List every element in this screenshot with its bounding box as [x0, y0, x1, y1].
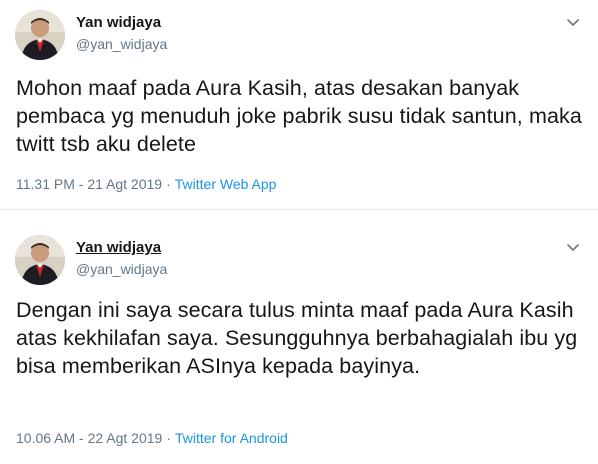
author-name[interactable]: Yan widjaya — [76, 239, 161, 256]
tweet-divider — [0, 209, 598, 210]
avatar-image — [15, 10, 65, 60]
chevron-down-icon[interactable] — [565, 14, 581, 30]
author-handle[interactable]: @yan_widjaya — [76, 36, 167, 52]
meta-separator: · — [166, 430, 172, 446]
chevron-down-icon[interactable] — [565, 239, 581, 255]
author-name[interactable]: Yan widjaya — [76, 14, 161, 31]
tweet-source-link[interactable]: Twitter Web App — [175, 176, 277, 192]
tweet-timestamp[interactable]: 10.06 AM - 22 Agt 2019 — [16, 430, 162, 446]
tweet: Yan widjaya @yan_widjaya Dengan ini saya… — [0, 211, 598, 464]
avatar[interactable] — [15, 235, 65, 285]
meta-separator: · — [166, 176, 171, 192]
tweet: Yan widjaya @yan_widjaya Mohon maaf pada… — [0, 0, 598, 210]
tweet-meta: 11.31 PM - 21 Agt 2019 · Twitter Web App — [16, 176, 276, 192]
tweet-text: Mohon maaf pada Aura Kasih, atas desakan… — [16, 76, 582, 156]
tweet-text: Dengan ini saya secara tulus minta maaf … — [16, 298, 578, 378]
author-handle[interactable]: @yan_widjaya — [76, 261, 167, 277]
tweet-timestamp[interactable]: 11.31 PM - 21 Agt 2019 — [16, 176, 162, 192]
tweet-source-link[interactable]: Twitter for Android — [175, 430, 288, 446]
avatar-image — [15, 235, 65, 285]
tweet-meta: 10.06 AM - 22 Agt 2019 · Twitter for Andro… — [16, 430, 288, 446]
avatar[interactable] — [15, 10, 65, 60]
